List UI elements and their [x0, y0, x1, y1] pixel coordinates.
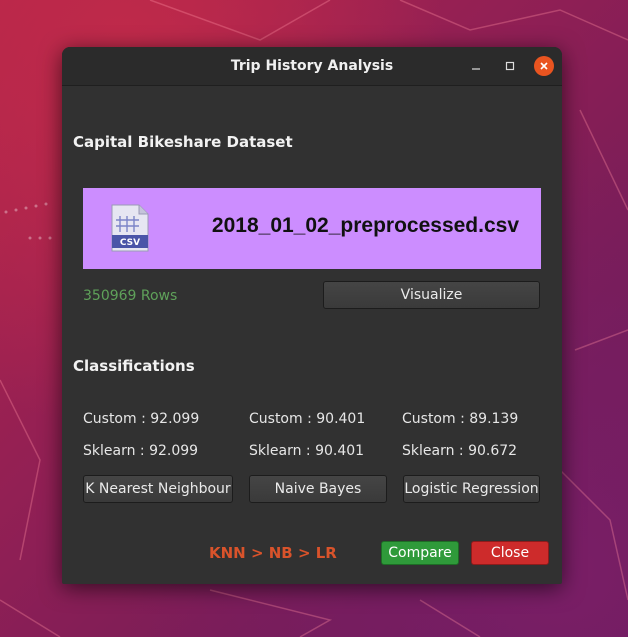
file-name: 2018_01_02_preprocessed.csv — [211, 214, 519, 237]
app-window: Trip History Analysis Capital Bikeshare … — [62, 47, 562, 584]
close-icon — [540, 62, 548, 70]
nb-sklearn-score: Sklearn : 90.401 — [249, 443, 365, 459]
knn-button[interactable]: K Nearest Neighbour — [83, 475, 233, 503]
title-bar[interactable]: Trip History Analysis — [62, 47, 562, 86]
rows-count: 350969 Rows — [83, 288, 178, 304]
minimize-icon — [472, 68, 480, 70]
naive-bayes-button[interactable]: Naive Bayes — [249, 475, 387, 503]
dataset-heading: Capital Bikeshare Dataset — [73, 133, 293, 151]
compare-button[interactable]: Compare — [381, 541, 459, 565]
ranking-text: KNN > NB > LR — [209, 544, 337, 562]
lr-custom-score: Custom : 89.139 — [402, 411, 519, 427]
knn-sklearn-score: Sklearn : 92.099 — [83, 443, 199, 459]
lr-sklearn-score: Sklearn : 90.672 — [402, 443, 518, 459]
knn-custom-score: Custom : 92.099 — [83, 411, 200, 427]
classifications-heading: Classifications — [73, 357, 195, 375]
visualize-button[interactable]: Visualize — [323, 281, 540, 309]
svg-text:CSV: CSV — [120, 238, 140, 248]
window-title: Trip History Analysis — [230, 58, 394, 74]
maximize-icon — [505, 61, 515, 71]
maximize-button[interactable] — [500, 56, 520, 76]
minimize-button[interactable] — [466, 56, 486, 76]
csv-file-icon: CSV — [111, 204, 149, 252]
logistic-regression-button[interactable]: Logistic Regression — [403, 475, 540, 503]
file-banner: CSV 2018_01_02_preprocessed.csv — [83, 188, 541, 269]
window-close-button[interactable] — [534, 56, 554, 76]
close-button[interactable]: Close — [471, 541, 549, 565]
nb-custom-score: Custom : 90.401 — [249, 411, 366, 427]
